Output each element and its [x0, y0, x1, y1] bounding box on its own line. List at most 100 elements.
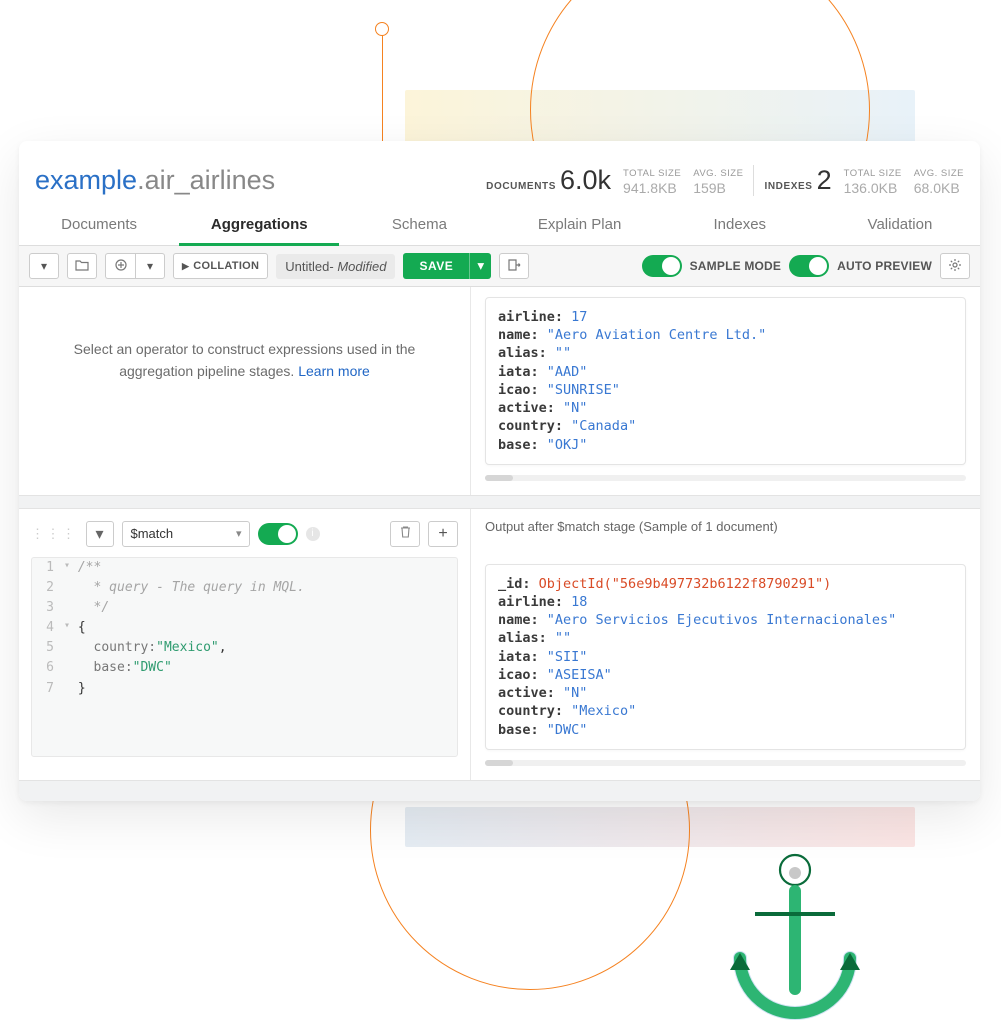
- learn-more-link[interactable]: Learn more: [298, 363, 370, 379]
- new-pipeline-group: ▾: [105, 253, 165, 279]
- export-button[interactable]: [499, 253, 529, 279]
- doc1-icao-key: icao:: [498, 667, 539, 683]
- code-l5-tail: ,: [219, 640, 227, 655]
- code-l3: */: [86, 600, 109, 615]
- idx-total-size-label: TOTAL SIZE: [844, 168, 902, 179]
- auto-preview-toggle[interactable]: [789, 255, 829, 277]
- tab-documents[interactable]: Documents: [19, 206, 179, 245]
- code-l5-val: "Mexico": [156, 640, 219, 655]
- doc1-base-key: base:: [498, 722, 539, 738]
- doc0-country-val: "Canada": [571, 418, 636, 434]
- doc0-airline-val: 17: [571, 309, 587, 325]
- sample-mode-toggle[interactable]: [642, 255, 682, 277]
- save-dropdown-button[interactable]: ▾: [469, 253, 491, 279]
- indexes-count: 2: [817, 165, 832, 196]
- stage-match-right: Output after $match stage (Sample of 1 d…: [471, 509, 980, 780]
- doc1-airline-key: airline:: [498, 594, 563, 610]
- doc1-id-key: _id:: [498, 576, 531, 592]
- doc0-iata-val: "AAD": [547, 364, 588, 380]
- export-icon: [507, 258, 521, 275]
- chevron-down-icon: ▾: [41, 259, 47, 273]
- stats-indexes: INDEXES 2 TOTAL SIZE 136.0KB AVG. SIZE 6…: [754, 165, 964, 196]
- code-l6-key: base:: [94, 660, 133, 675]
- delete-stage-button[interactable]: [390, 521, 420, 547]
- horizontal-scrollbar[interactable]: [485, 475, 966, 481]
- pipeline-state: Modified: [337, 259, 386, 274]
- idx-avg-size-value: 68.0KB: [914, 180, 960, 196]
- tab-indexes[interactable]: Indexes: [660, 206, 820, 245]
- code-l1: /**: [78, 560, 101, 575]
- doc0-base-key: base:: [498, 437, 539, 453]
- compass-panel: example.air_airlines DOCUMENTS 6.0k TOTA…: [19, 141, 980, 801]
- doc1-name-val: "Aero Servicios Ejecutivos Internacional…: [547, 612, 897, 628]
- add-stage-button[interactable]: +: [428, 521, 458, 547]
- toolbar: ▾ ▾ ▶ COLLATION Untitled- Modified SAVE …: [19, 246, 980, 287]
- doc1-airline-val: 18: [571, 594, 587, 610]
- doc-avg-size-value: 159B: [693, 180, 726, 196]
- namespace: example.air_airlines: [35, 165, 275, 196]
- doc1-name-key: name:: [498, 612, 539, 628]
- tab-validation[interactable]: Validation: [820, 206, 980, 245]
- tab-aggregations[interactable]: Aggregations: [179, 206, 339, 246]
- namespace-coll: .air_airlines: [137, 165, 275, 195]
- stage-collapse-button[interactable]: ▾: [86, 521, 114, 547]
- gear-icon: [948, 258, 962, 275]
- idx-total-size-value: 136.0KB: [844, 180, 898, 196]
- tabs: Documents Aggregations Schema Explain Pl…: [19, 206, 980, 246]
- doc-total-size-label: TOTAL SIZE: [623, 168, 681, 179]
- doc1-base-val: "DWC": [547, 722, 588, 738]
- doc1-alias-val: "": [555, 630, 571, 646]
- doc0-active-val: "N": [563, 400, 587, 416]
- collation-button[interactable]: ▶ COLLATION: [173, 253, 268, 279]
- idx-avg-size-label: AVG. SIZE: [914, 168, 964, 179]
- stage-operator-select[interactable]: $match: [122, 521, 250, 547]
- info-icon: i: [306, 527, 320, 541]
- doc0-name-val: "Aero Aviation Centre Ltd.": [547, 327, 766, 343]
- doc0-active-key: active:: [498, 400, 555, 416]
- tab-schema[interactable]: Schema: [339, 206, 499, 245]
- doc1-id-val: ObjectId("56e9b497732b6122f8790291"): [539, 576, 832, 592]
- doc1-icao-val: "ASEISA": [547, 667, 612, 683]
- open-folder-button[interactable]: [67, 253, 97, 279]
- doc0-icao-val: "SUNRISE": [547, 382, 620, 398]
- documents-count: 6.0k: [560, 165, 611, 196]
- stage-code-editor[interactable]: 1▾ /** 2 * query - The query in MQL. 3 *…: [31, 557, 458, 757]
- collation-label: COLLATION: [193, 260, 259, 272]
- stage-enabled-toggle[interactable]: [258, 523, 298, 545]
- doc0-country-key: country:: [498, 418, 563, 434]
- stage-match-left: ⋮⋮⋮ ▾ $match i +: [19, 509, 471, 780]
- history-dropdown-button[interactable]: ▾: [29, 253, 59, 279]
- doc1-country-key: country:: [498, 703, 563, 719]
- namespace-db: example: [35, 165, 137, 195]
- settings-button[interactable]: [940, 253, 970, 279]
- hint-line-1: Select an operator to construct expressi…: [74, 341, 416, 357]
- pipeline-content: Select an operator to construct expressi…: [19, 287, 980, 801]
- doc1-country-val: "Mexico": [571, 703, 636, 719]
- save-button[interactable]: SAVE: [403, 253, 469, 279]
- code-l4: {: [78, 620, 86, 635]
- doc1-active-key: active:: [498, 685, 555, 701]
- doc1-iata-val: "SII": [547, 649, 588, 665]
- pipeline-name-text: Untitled: [285, 259, 329, 274]
- new-pipeline-dropdown[interactable]: ▾: [135, 253, 165, 279]
- doc0-iata-key: iata:: [498, 364, 539, 380]
- auto-preview-label: AUTO PREVIEW: [837, 259, 932, 273]
- code-l5-key: country:: [94, 640, 157, 655]
- empty-stage-hint: Select an operator to construct expressi…: [31, 339, 458, 382]
- new-pipeline-button[interactable]: [105, 253, 135, 279]
- stage-row-match: ⋮⋮⋮ ▾ $match i +: [19, 508, 980, 781]
- doc0-name-key: name:: [498, 327, 539, 343]
- plus-circle-icon: [115, 259, 127, 274]
- anchor-illustration: [700, 850, 890, 1030]
- tab-explain[interactable]: Explain Plan: [500, 206, 660, 245]
- save-button-group: SAVE ▾: [403, 253, 491, 279]
- pipeline-name: Untitled- Modified: [276, 254, 395, 279]
- drag-handle-icon[interactable]: ⋮⋮⋮: [31, 526, 78, 542]
- doc-avg-size-label: AVG. SIZE: [693, 168, 743, 179]
- folder-icon: [75, 259, 89, 274]
- stage-output-label: Output after $match stage (Sample of 1 d…: [485, 519, 966, 534]
- horizontal-scrollbar-2[interactable]: [485, 760, 966, 766]
- trash-icon: [400, 525, 411, 543]
- code-l7: }: [78, 681, 86, 696]
- indexes-label: INDEXES: [764, 181, 812, 192]
